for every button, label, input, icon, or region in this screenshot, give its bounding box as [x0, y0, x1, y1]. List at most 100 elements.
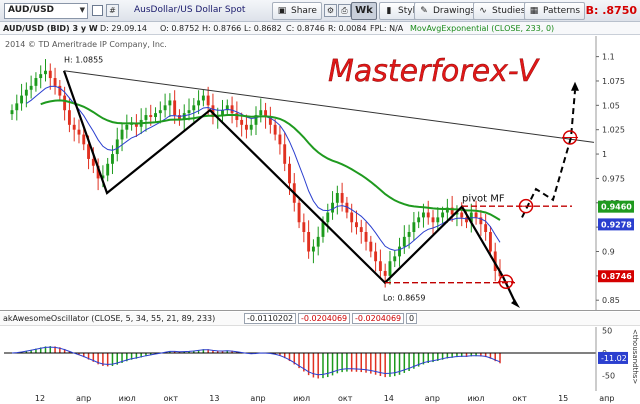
- candle-body: [422, 212, 425, 218]
- fpl-readout: FPL: N/A: [370, 24, 404, 33]
- oscillator-header: akAwesomeOscillator (CLOSE, 5, 34, 55, 2…: [0, 312, 640, 326]
- oscillator-panel[interactable]: 500-50-11.02<thousandths>: [0, 327, 640, 391]
- candle-body: [359, 227, 363, 232]
- candle-style-icon: ▮: [386, 6, 392, 16]
- patterns-button[interactable]: ▦ Patterns: [524, 2, 586, 20]
- print-icon[interactable]: ⎙: [338, 4, 351, 17]
- candle-body: [484, 224, 488, 232]
- time-tick-label: окт: [512, 394, 527, 403]
- ma-study-label[interactable]: MovAvgExponential (CLOSE, 233, 0): [410, 24, 554, 33]
- candle-body: [144, 115, 148, 120]
- time-tick-label: окт: [164, 394, 179, 403]
- settings-icon[interactable]: ⚙: [324, 4, 337, 17]
- low-readout: L: 0.8682: [244, 24, 282, 33]
- candle-body: [412, 222, 416, 232]
- candle-body: [417, 217, 421, 223]
- candle-body: [436, 217, 440, 223]
- patterns-label: Patterns: [543, 6, 581, 16]
- candle-body: [120, 129, 124, 140]
- candle-body: [149, 115, 153, 118]
- grid-icon[interactable]: #: [106, 4, 119, 17]
- oscillator-tick-label: -50: [602, 372, 615, 381]
- oscillator-value-3: -0.0204069: [352, 313, 405, 324]
- candle-body: [48, 70, 52, 79]
- price-tick-label: 1: [602, 150, 607, 159]
- oscillator-tick-label: 50: [602, 327, 612, 336]
- candle-body: [297, 202, 301, 223]
- candle-body: [340, 193, 344, 203]
- share-icon: ▣: [277, 6, 287, 16]
- price-tick-label: 0.85: [602, 296, 620, 305]
- candle-body: [355, 222, 358, 228]
- candle-body: [402, 236, 406, 247]
- price-tick-label: 0.975: [602, 174, 625, 183]
- candle-body: [82, 134, 86, 145]
- candle-body: [39, 74, 43, 79]
- oscillator-name[interactable]: akAwesomeOscillator (CLOSE, 5, 34, 55, 2…: [3, 314, 215, 323]
- candle-body: [173, 100, 177, 116]
- candle-body: [77, 129, 81, 135]
- price-tick-label: 1.05: [602, 101, 620, 110]
- candle-body: [115, 139, 119, 155]
- price-tick-label: 1.1: [602, 53, 615, 62]
- candle-body: [111, 154, 114, 164]
- time-tick-label: окт: [338, 394, 353, 403]
- studies-icon: ∿: [479, 6, 487, 16]
- symbol-selector[interactable]: AUD/USD ▼: [4, 3, 88, 19]
- time-tick-label: 13: [209, 394, 219, 403]
- candle-body: [460, 212, 464, 218]
- bid-prefix: B:: [585, 4, 599, 17]
- oscillator-readout: -11.02: [601, 354, 627, 363]
- time-tick-label: апр: [76, 394, 91, 403]
- candle-body: [316, 236, 320, 247]
- open-readout: O: 0.8752: [160, 24, 200, 33]
- candle-body: [249, 124, 253, 130]
- candle-body: [307, 232, 311, 252]
- candle-body: [335, 193, 339, 203]
- ohlc-info-bar: AUD/USD (BID) 3 y W D: 29.09.14 O: 0.875…: [0, 22, 640, 35]
- candle-body: [426, 212, 430, 218]
- candle-body: [488, 232, 492, 252]
- chevron-down-icon[interactable]: ▼: [80, 6, 85, 14]
- high-price-label: H: 1.0855: [64, 56, 103, 65]
- candle-body: [431, 217, 435, 223]
- oscillator-signal-line: [11, 346, 501, 376]
- candle-body: [398, 246, 401, 257]
- drawings-button[interactable]: ✎ Drawings: [414, 2, 481, 20]
- time-tick-label: 12: [35, 394, 45, 403]
- price-tick-label: 0.9: [602, 247, 615, 256]
- candle-body: [168, 100, 172, 106]
- oscillator-value-2: -0.0204069: [298, 313, 351, 324]
- oscillator-unit-label: <thousandths>: [631, 329, 639, 384]
- forecast-arrowhead: [571, 81, 579, 91]
- time-tick-label: июл: [119, 394, 136, 403]
- link-checkbox[interactable]: [92, 5, 103, 16]
- time-tick-label: 15: [558, 394, 568, 403]
- price-chart-svg: 2014 © TD Ameritrade IP Company, Inc. 1.…: [5, 36, 634, 311]
- share-button[interactable]: ▣ Share: [272, 2, 322, 20]
- candle-body: [364, 232, 368, 242]
- time-tick-label: 14: [384, 394, 394, 403]
- bid-value: .8750: [602, 4, 637, 17]
- candle-body: [44, 70, 47, 75]
- candle-body: [369, 241, 373, 252]
- instrument-description: AusDollar/US Dollar Spot: [134, 5, 246, 15]
- candle-body: [288, 163, 291, 184]
- candle-body: [283, 144, 287, 164]
- forecast-path: [521, 90, 576, 218]
- candle-body: [230, 105, 234, 114]
- studies-button[interactable]: ∿ Studies: [473, 2, 531, 20]
- time-tick-label: апр: [250, 394, 265, 403]
- drawings-label: Drawings: [433, 6, 476, 16]
- range-readout: R: 0.0084: [328, 24, 367, 33]
- candle-body: [311, 246, 315, 252]
- candle-body: [221, 110, 224, 116]
- down-arrowhead: [511, 299, 520, 308]
- period-button[interactable]: Wk: [351, 2, 377, 20]
- candle-body: [474, 212, 478, 218]
- candle-body: [10, 110, 14, 115]
- price-chart-panel[interactable]: 2014 © TD Ameritrade IP Company, Inc. 1.…: [0, 36, 640, 311]
- candle-body: [273, 124, 277, 135]
- candle-body: [53, 78, 57, 86]
- candle-body: [321, 222, 325, 237]
